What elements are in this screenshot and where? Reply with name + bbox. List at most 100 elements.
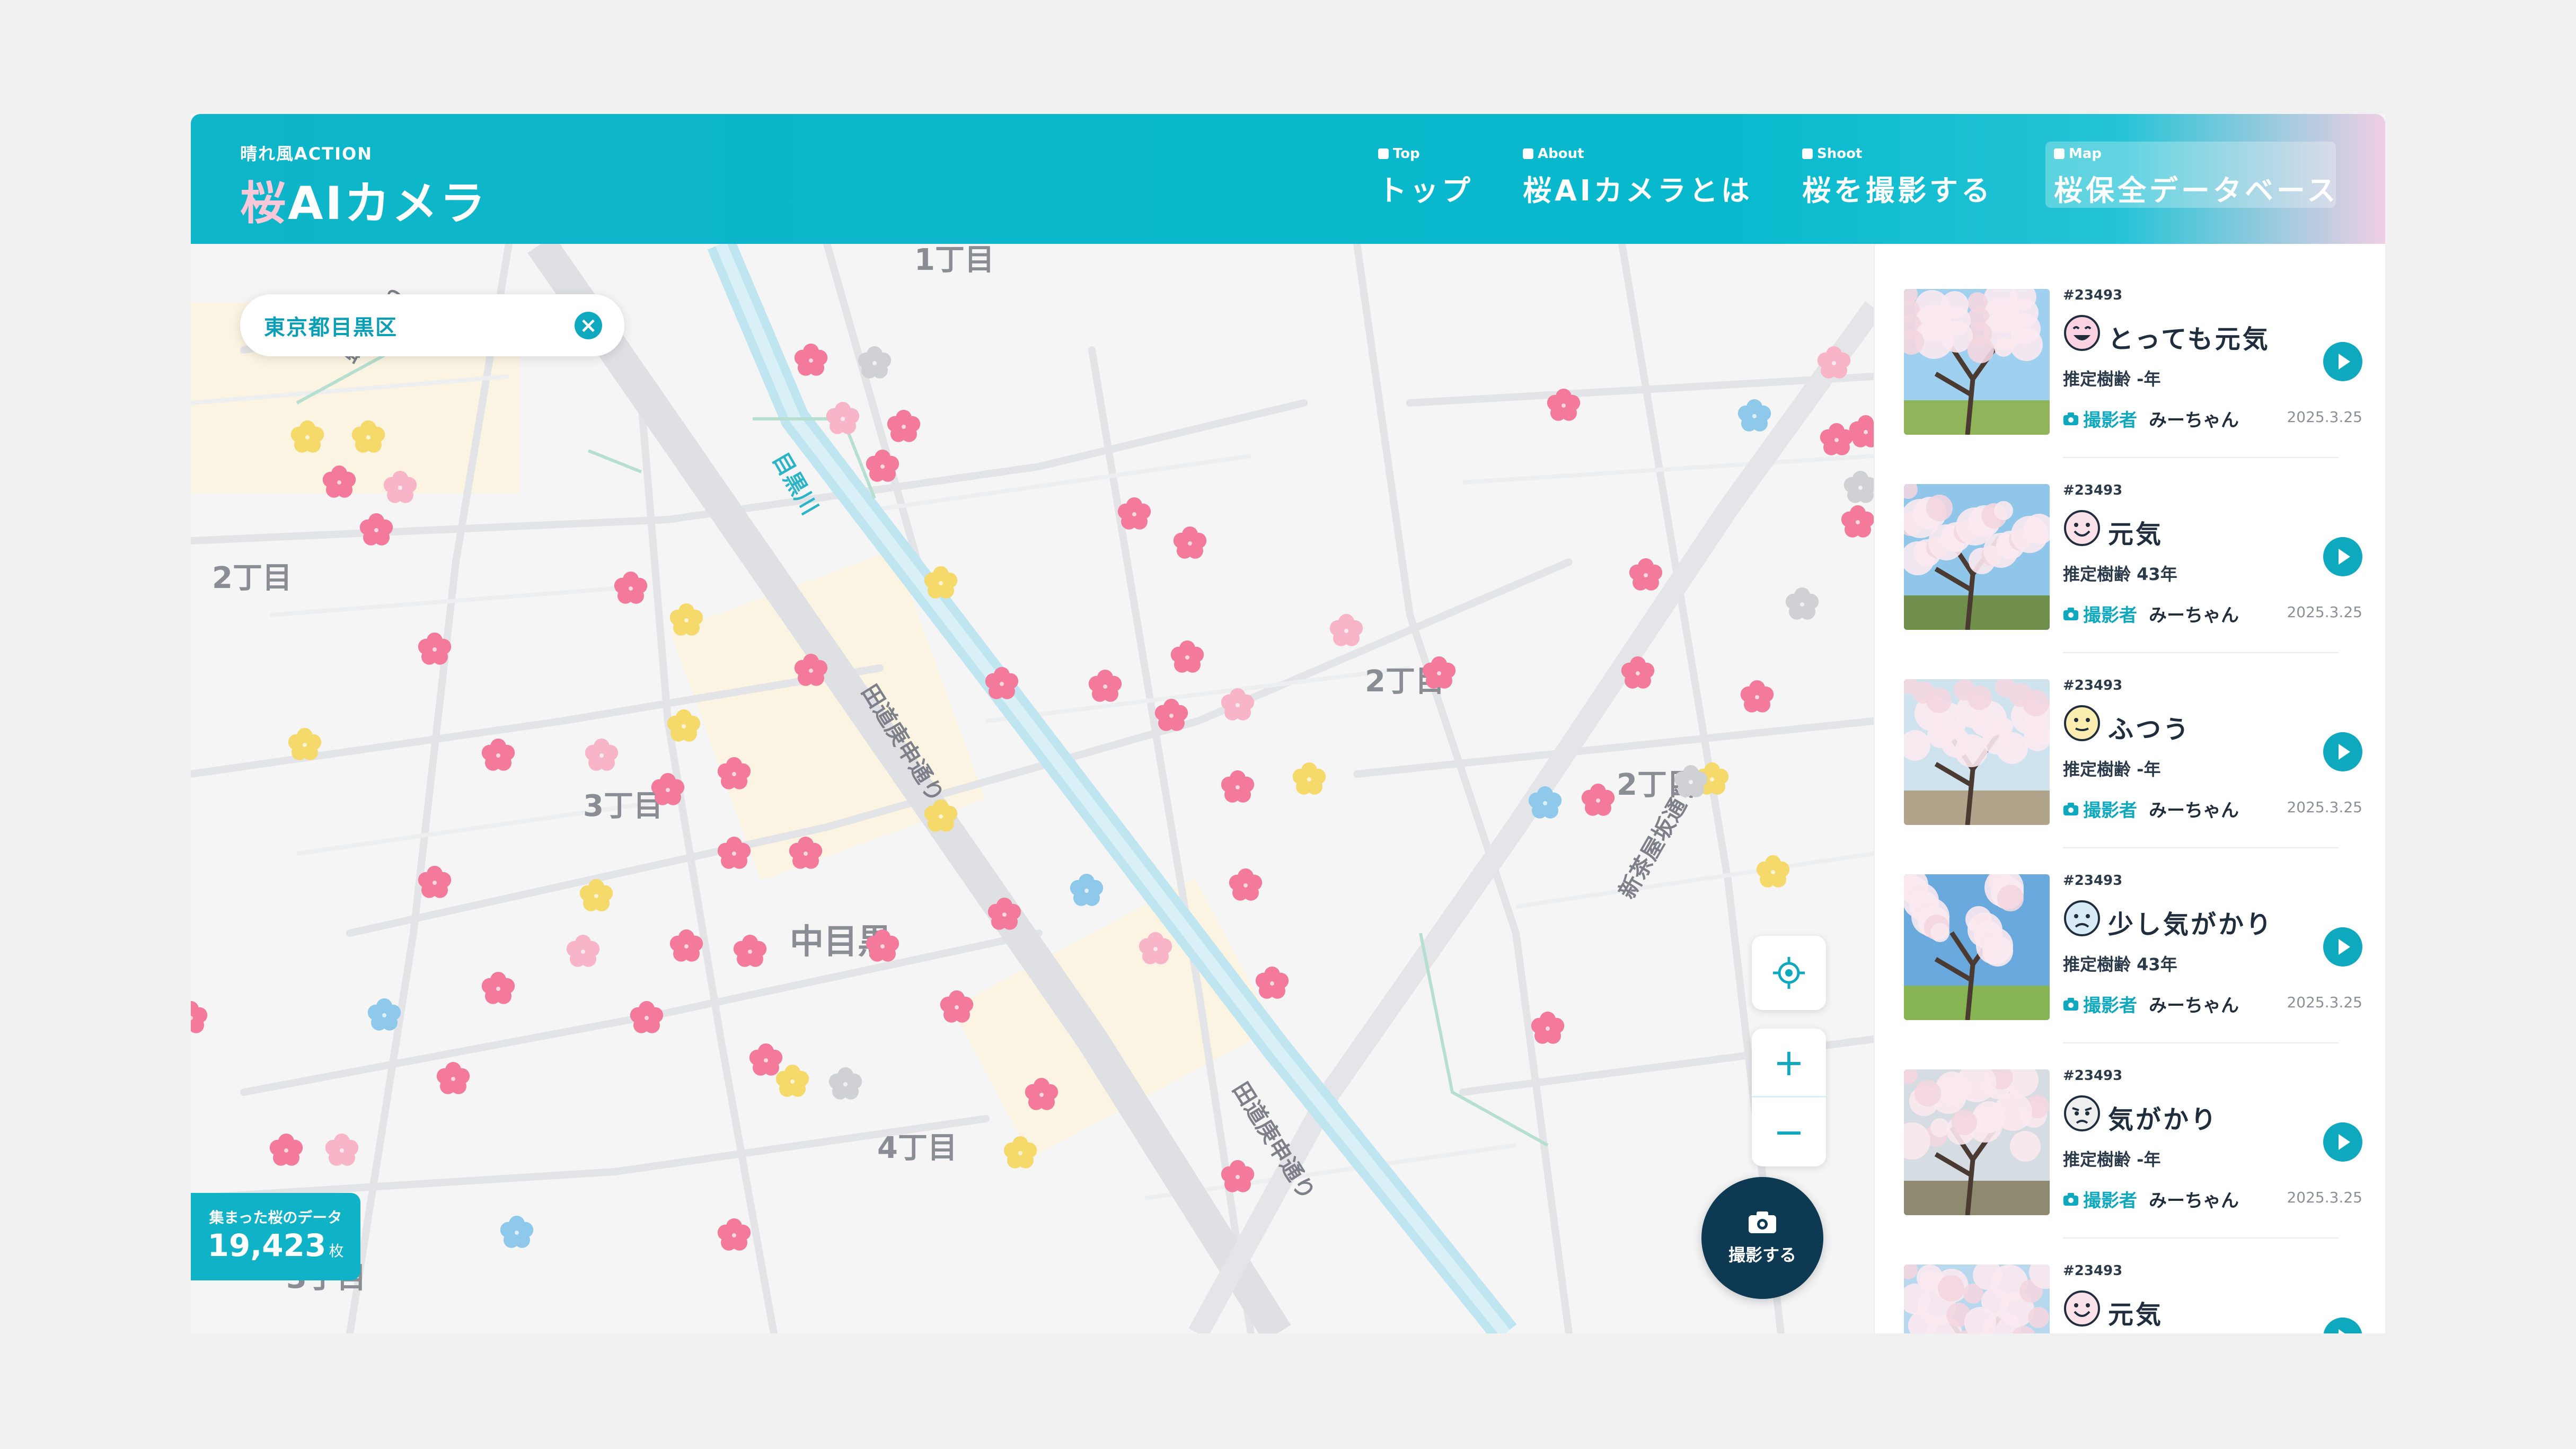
shoot-button[interactable]: 撮影する [1701,1177,1823,1299]
sakura-pin-yellow[interactable] [924,566,958,599]
sakura-pin-yellow[interactable] [1003,1136,1037,1169]
sakura-pin-light[interactable] [585,739,619,771]
sakura-pin-healthy[interactable] [985,667,1019,699]
sakura-pin-light[interactable] [566,935,600,967]
sakura-pin-healthy[interactable] [789,837,823,869]
location-search-field[interactable]: 東京都目黒区 × [240,294,624,356]
sakura-pin-healthy[interactable] [866,929,899,962]
tree-card[interactable]: #23493 元気 推定樹齢 43年 撮影者 みーちゃん 2025.3.25 [1904,476,2362,671]
nav-item-shoot[interactable]: Shoot 桜を撮影する [1802,146,1993,209]
sakura-pin-light[interactable] [325,1134,359,1166]
sakura-pin-blue[interactable] [500,1216,534,1248]
nav-item-about[interactable]: About 桜AIカメラとは [1523,146,1753,209]
tree-list-sidebar[interactable]: #23493 とっても元気 推定樹齢 -年 撮影者 みーちゃん 2025.3.2… [1874,244,2385,1333]
sakura-pin-healthy[interactable] [1422,656,1456,689]
sakura-pin-yellow[interactable] [775,1065,809,1097]
sakura-pin-healthy[interactable] [481,739,515,771]
tree-photo[interactable] [1904,1264,2050,1333]
sakura-pin-healthy[interactable] [481,972,515,1004]
sakura-pin-yellow[interactable] [924,800,958,832]
tree-photo[interactable] [1904,484,2050,630]
sakura-pin-light[interactable] [1139,932,1172,964]
sakura-pin-blue[interactable] [1528,786,1562,819]
sakura-pin-healthy[interactable] [1820,423,1854,455]
sakura-pin-healthy[interactable] [269,1134,303,1166]
tree-card[interactable]: #23493 少し気がかり 推定樹齢 43年 撮影者 みーちゃん 2025.3.… [1904,866,2362,1061]
play-button[interactable] [2323,732,2362,771]
sakura-pin-healthy[interactable] [359,513,393,546]
sakura-pin-healthy[interactable] [418,866,452,898]
tree-photo[interactable] [1904,1069,2050,1215]
sakura-pin-healthy[interactable] [1025,1078,1058,1110]
tree-card[interactable]: #23493 気がかり 推定樹齢 -年 撮影者 みーちゃん 2025.3.25 [1904,1061,2362,1257]
zoom-out-button[interactable]: − [1752,1097,1826,1166]
tree-card[interactable]: #23493 元気 推定樹齢 43年 撮影者 みーちゃん 2025.3.25 [1904,1257,2362,1333]
sakura-pin-healthy[interactable] [1629,558,1663,591]
sakura-pin-yellow[interactable] [288,728,322,760]
sakura-pin-healthy[interactable] [436,1062,470,1094]
sakura-pin-gray[interactable] [828,1067,862,1100]
tree-photo[interactable] [1904,289,2050,435]
sakura-pin-yellow[interactable] [1756,855,1790,888]
sakura-pin-yellow[interactable] [1292,762,1326,795]
sakura-pin-healthy[interactable] [794,654,828,686]
sakura-pin-healthy[interactable] [191,1001,208,1033]
sakura-pin-healthy[interactable] [1547,389,1581,421]
play-button[interactable] [2323,927,2362,967]
sakura-pin-gray[interactable] [858,346,892,379]
sakura-pin-gray[interactable] [1843,471,1874,503]
play-button[interactable] [2323,1318,2362,1333]
sakura-pin-healthy[interactable] [987,898,1021,930]
nav-item-map[interactable]: Map 桜保全データベース [2045,142,2344,209]
sakura-pin-yellow[interactable] [290,420,324,453]
sakura-pin-healthy[interactable] [1117,497,1151,530]
sakura-pin-light[interactable] [1329,614,1363,646]
sakura-pin-healthy[interactable] [1170,640,1204,673]
sakura-pin-healthy[interactable] [887,410,921,442]
sakura-pin-healthy[interactable] [794,344,828,376]
sakura-pin-yellow[interactable] [669,603,703,636]
sakura-pin-healthy[interactable] [1221,1160,1255,1192]
zoom-in-button[interactable]: + [1752,1029,1826,1097]
play-button[interactable] [2323,1122,2362,1162]
map-view[interactable]: 目黒川 田道庚申通り 新茶屋坂通り 田道庚申通り 蛇崩通り 1丁目 2丁目 3丁… [191,244,1874,1333]
sakura-pin-healthy[interactable] [1740,680,1774,713]
sakura-pin-light[interactable] [383,471,417,503]
sakura-pin-healthy[interactable] [1088,670,1122,702]
sakura-pin-healthy[interactable] [322,466,356,498]
clear-icon[interactable]: × [575,312,602,339]
sakura-pin-light[interactable] [826,402,860,434]
sakura-pin-light[interactable] [1817,346,1851,379]
sakura-pin-healthy[interactable] [1173,526,1207,559]
sakura-pin-healthy[interactable] [630,1001,664,1033]
sakura-pin-healthy[interactable] [651,773,685,805]
sakura-pin-healthy[interactable] [1841,505,1874,538]
tree-card[interactable]: #23493 とっても元気 推定樹齢 -年 撮影者 みーちゃん 2025.3.2… [1904,281,2362,476]
brand-logo[interactable]: 晴れ風ACTION 桜AIカメラ [240,140,488,232]
sakura-pin-light[interactable] [1221,688,1255,721]
sakura-pin-healthy[interactable] [1154,699,1188,731]
current-location-button[interactable] [1752,936,1826,1010]
sakura-pin-healthy[interactable] [717,757,751,789]
sakura-pin-gray[interactable] [1785,587,1819,620]
sakura-pin-healthy[interactable] [1255,967,1289,999]
sakura-pin-yellow[interactable] [667,709,701,742]
sakura-pin-blue[interactable] [367,998,401,1031]
sakura-pin-healthy[interactable] [940,990,974,1023]
sakura-pin-healthy[interactable] [418,633,452,665]
play-button[interactable] [2323,342,2362,381]
sakura-pin-healthy[interactable] [1531,1012,1565,1044]
sakura-pin-healthy[interactable] [1621,656,1655,689]
tree-photo[interactable] [1904,679,2050,825]
sakura-pin-healthy[interactable] [669,929,703,962]
sakura-pin-blue[interactable] [1737,399,1771,432]
sakura-pin-healthy[interactable] [1849,415,1874,447]
sakura-pin-blue[interactable] [1070,874,1104,906]
sakura-pin-healthy[interactable] [1221,770,1255,803]
play-button[interactable] [2323,537,2362,576]
tree-card[interactable]: #23493 ふつう 推定樹齢 -年 撮影者 みーちゃん 2025.3.25 [1904,671,2362,866]
sakura-pin-healthy[interactable] [717,1218,751,1251]
sakura-pin-healthy[interactable] [1581,784,1615,816]
sakura-pin-yellow[interactable] [351,420,385,453]
sakura-pin-healthy[interactable] [749,1043,783,1076]
